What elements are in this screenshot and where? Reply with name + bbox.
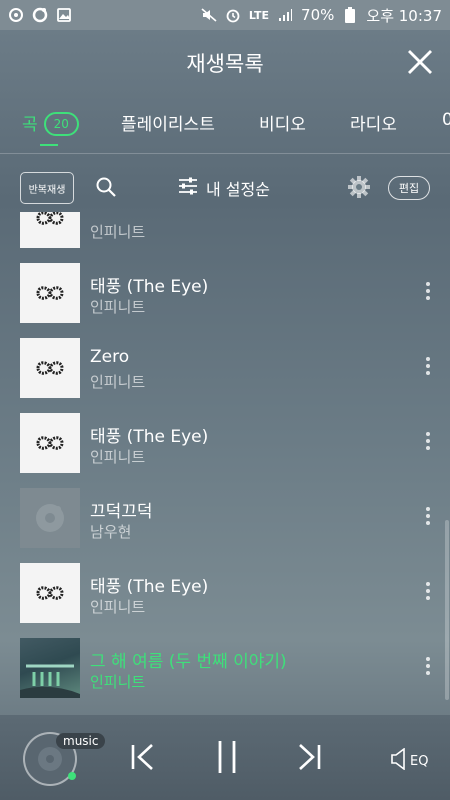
track-title: Zero: [90, 347, 130, 367]
active-tab-indicator: [40, 144, 58, 146]
album-art: [20, 638, 80, 698]
signal-icon: [277, 7, 293, 23]
album-art: [20, 413, 80, 473]
track-list: 인피니트 태풍 (The Eye) 인피니트 Zero 인피니트 태풍 (The…: [0, 212, 450, 717]
circle-app-icon: [32, 7, 48, 23]
search-icon[interactable]: [95, 176, 117, 198]
list-item[interactable]: 끄덕끄덕 남우현: [0, 480, 450, 555]
list-item[interactable]: 태풍 (The Eye) 인피니트: [0, 405, 450, 480]
mini-player: music EQ: [0, 715, 450, 800]
track-artist: 인피니트: [90, 223, 146, 241]
tab-divider: [0, 153, 450, 154]
gear-icon[interactable]: [347, 175, 371, 199]
previous-icon[interactable]: [130, 743, 156, 775]
track-artist: 인피니트: [90, 373, 146, 391]
track-title: 끄덕끄덕: [90, 502, 153, 522]
list-item[interactable]: Zero 인피니트: [0, 330, 450, 405]
status-left: [0, 7, 80, 23]
next-icon[interactable]: [296, 743, 322, 775]
playlist-header: 재생목록: [0, 30, 450, 94]
tab-playlists[interactable]: 플레이리스트: [121, 110, 215, 135]
close-icon[interactable]: [406, 48, 434, 76]
tab-bar: 곡 20 플레이리스트 비디오 라디오 0: [0, 96, 450, 152]
song-count-badge: 20: [43, 112, 79, 136]
lte-icon: LTE: [248, 8, 270, 22]
list-scrollbar[interactable]: [445, 520, 449, 700]
track-artist: 인피니트: [90, 598, 146, 616]
speaker-icon: [390, 747, 408, 774]
music-tag: music: [56, 733, 106, 749]
image-icon: [56, 7, 72, 23]
eq-button[interactable]: EQ: [390, 747, 429, 774]
album-art-placeholder: [20, 488, 80, 548]
list-item[interactable]: 태풍 (The Eye) 인피니트: [0, 555, 450, 630]
tab-videos[interactable]: 비디오: [259, 110, 306, 135]
track-artist: 인피니트: [90, 673, 146, 691]
track-title: 태풍 (The Eye): [90, 277, 209, 297]
pause-icon[interactable]: [214, 739, 240, 779]
list-item[interactable]: 인피니트: [0, 212, 450, 255]
progress-dot: [68, 772, 76, 780]
more-options-icon[interactable]: [424, 505, 432, 529]
status-right: LTE 70% 오후 10:37: [193, 5, 450, 26]
sync-icon: [8, 7, 24, 23]
track-artist: 인피니트: [90, 448, 146, 466]
status-bar: LTE 70% 오후 10:37: [0, 0, 450, 30]
album-art: [20, 563, 80, 623]
list-item-now-playing[interactable]: 그 해 여름 (두 번째 이야기) 인피니트: [0, 630, 450, 705]
album-art: [20, 263, 80, 323]
eq-label: EQ: [410, 753, 429, 769]
tab-radio[interactable]: 라디오: [350, 110, 397, 135]
mute-icon: [201, 7, 217, 23]
edit-button[interactable]: 편집: [388, 176, 430, 200]
more-options-icon[interactable]: [424, 430, 432, 454]
list-item[interactable]: 태풍 (The Eye) 인피니트: [0, 255, 450, 330]
page-title: 재생목록: [186, 52, 264, 76]
track-title: 태풍 (The Eye): [90, 577, 209, 597]
alarm-icon: [225, 7, 241, 23]
more-options-icon[interactable]: [424, 280, 432, 304]
battery-percent: 70%: [301, 6, 335, 24]
track-artist: 인피니트: [90, 298, 146, 316]
edit-label: 편집: [398, 182, 420, 195]
album-art: [20, 212, 80, 248]
tab-songs[interactable]: 곡 20: [22, 110, 79, 136]
track-artist: 남우현: [90, 523, 132, 541]
more-options-icon[interactable]: [424, 580, 432, 604]
status-time: 오후 10:37: [366, 6, 442, 25]
repeat-label: 반복재생: [28, 184, 66, 196]
sliders-icon: [178, 177, 198, 199]
more-options-icon[interactable]: [424, 655, 432, 679]
repeat-button[interactable]: 반복재생: [20, 172, 74, 204]
album-art: [20, 338, 80, 398]
tab-songs-label: 곡: [22, 115, 38, 135]
track-title: 그 해 여름 (두 번째 이야기): [90, 652, 287, 672]
more-options-icon[interactable]: [424, 355, 432, 379]
track-title: 태풍 (The Eye): [90, 427, 209, 447]
sort-label: 내 설정순: [206, 180, 270, 199]
tab-more[interactable]: 0: [442, 110, 450, 130]
sort-button[interactable]: 내 설정순: [178, 176, 270, 200]
battery-icon: [342, 7, 358, 23]
list-toolbar: 반복재생 내 설정순 편집: [0, 168, 450, 208]
